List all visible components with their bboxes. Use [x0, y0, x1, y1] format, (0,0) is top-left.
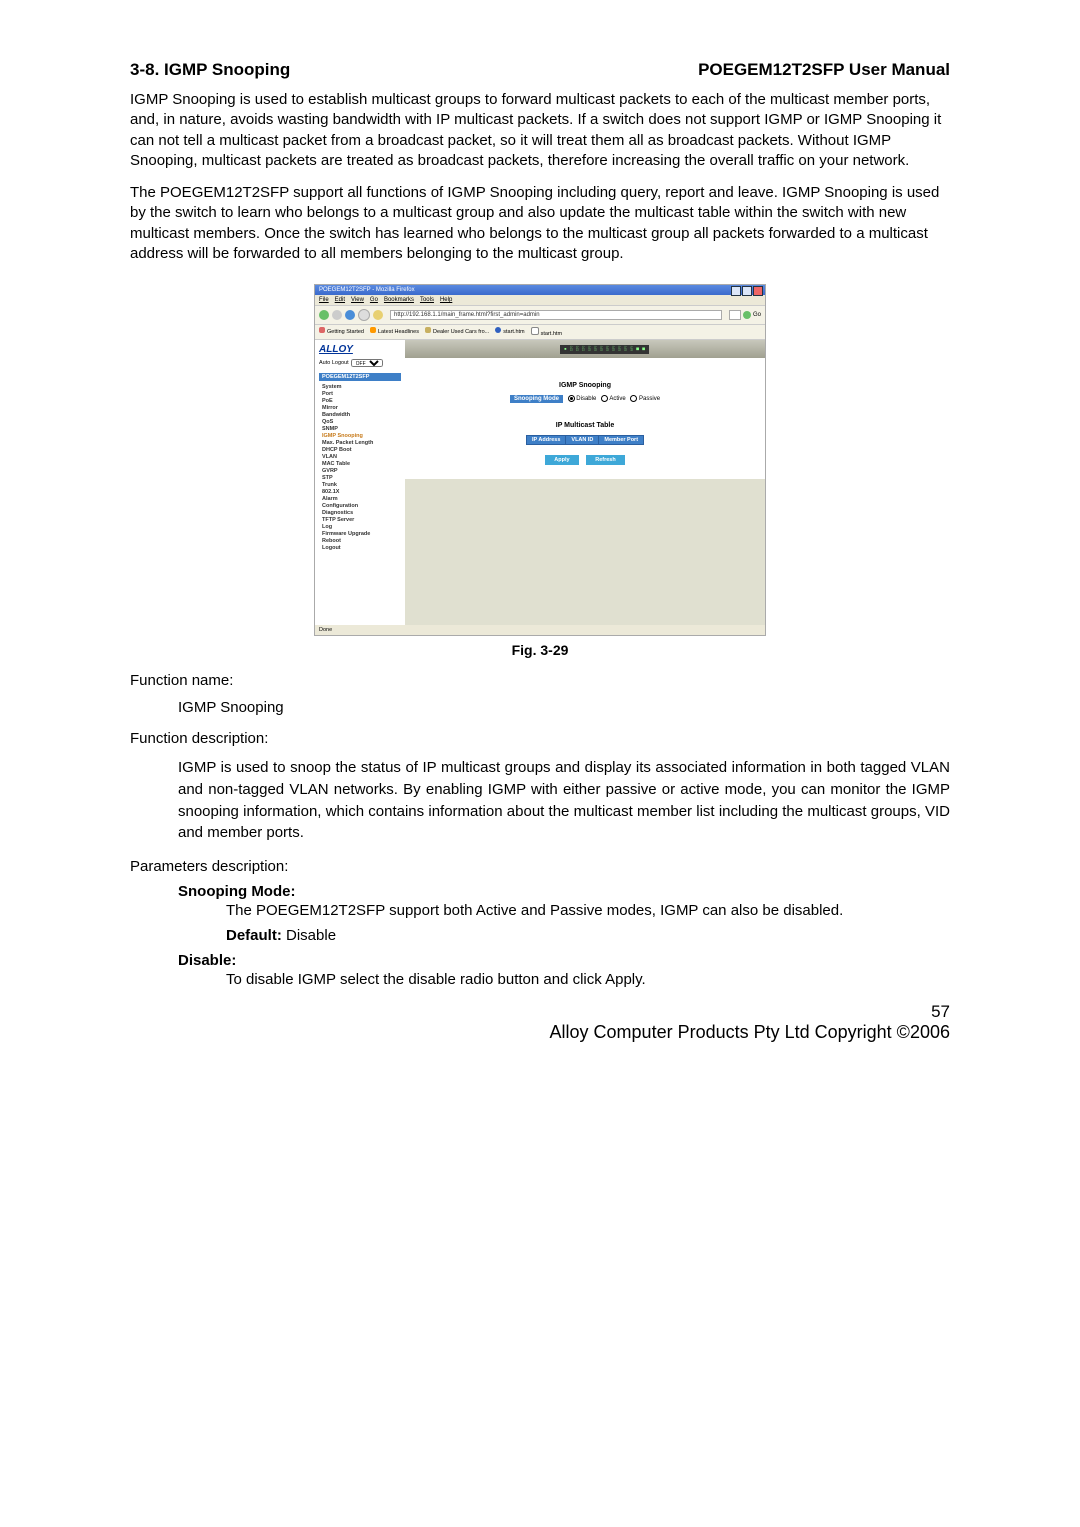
sidebar-item-bandwidth[interactable]: Bandwidth	[319, 411, 401, 418]
radio-disable-label: Disable	[576, 396, 596, 402]
menu-edit[interactable]: Edit	[335, 297, 345, 303]
go-icon[interactable]	[743, 311, 751, 319]
sidebar-item-igmp-snooping[interactable]: IGMP Snooping	[319, 432, 401, 439]
brand-logo: ALLOY	[319, 344, 401, 355]
sidebar-item-alarm[interactable]: Alarm	[319, 495, 401, 502]
sidebar-item-gvrp[interactable]: GVRP	[319, 467, 401, 474]
apply-button[interactable]: Apply	[545, 455, 578, 465]
address-bar[interactable]: http://192.168.1.1/main_frame.html?first…	[390, 310, 722, 320]
window-title: POEGEM12T2SFP - Mozilla Firefox	[319, 287, 415, 293]
param-disable-head: Disable:	[178, 952, 950, 969]
panel-title-multicast: IP Multicast Table	[413, 422, 757, 429]
intro-paragraph-1: IGMP Snooping is used to establish multi…	[130, 90, 950, 171]
menu-go[interactable]: Go	[370, 297, 378, 303]
sidebar-item-log[interactable]: Log	[319, 523, 401, 530]
home-icon[interactable]	[373, 310, 383, 320]
function-name-value: IGMP Snooping	[130, 699, 950, 716]
param-default-line: Default: Disable	[178, 927, 950, 944]
radio-disable[interactable]	[568, 395, 575, 402]
radio-passive-label: Passive	[639, 396, 660, 402]
port-leds-icon: ▪ ░ ░ ░ ░ ░ ░ ░ ░ ░ ░ ░ ■ ■	[560, 345, 649, 354]
sidebar-item-max-packet-length[interactable]: Max. Packet Length	[319, 439, 401, 446]
minimize-icon[interactable]	[731, 286, 741, 296]
sidebar-item-mac-table[interactable]: MAC Table	[319, 460, 401, 467]
th-ip-address: IP Address	[526, 436, 565, 445]
param-snooping-mode-head: Snooping Mode:	[178, 883, 950, 900]
sidebar-item-trunk[interactable]: Trunk	[319, 481, 401, 488]
multicast-table: IP Address VLAN ID Member Port	[526, 435, 644, 445]
bookmark-start1[interactable]: start.htm	[495, 327, 524, 337]
copyright-line: Alloy Computer Products Pty Ltd Copyrigh…	[130, 1022, 950, 1043]
back-icon[interactable]	[319, 310, 329, 320]
section-title: 3-8. IGMP Snooping	[130, 60, 290, 80]
function-name-label: Function name:	[130, 672, 950, 689]
go-label: Go	[753, 312, 761, 318]
manual-title: POEGEM12T2SFP User Manual	[698, 60, 950, 80]
radio-active[interactable]	[601, 395, 608, 402]
sidebar-item-802-1x[interactable]: 802.1X	[319, 488, 401, 495]
browser-toolbar: http://192.168.1.1/main_frame.html?first…	[315, 306, 765, 325]
sidebar-item-dhcp-boot[interactable]: DHCP Boot	[319, 446, 401, 453]
sidebar-item-snmp[interactable]: SNMP	[319, 425, 401, 432]
status-bar: Done	[315, 625, 765, 635]
app-main: ▪ ░ ░ ░ ░ ░ ░ ░ ░ ░ ░ ░ ■ ■ IGMP Snoopin…	[405, 340, 765, 625]
maximize-icon[interactable]	[742, 286, 752, 296]
bookmark-latest-headlines[interactable]: Latest Headlines	[370, 327, 419, 337]
forward-icon[interactable]	[332, 310, 342, 320]
window-titlebar: POEGEM12T2SFP - Mozilla Firefox	[315, 285, 765, 295]
reload-icon[interactable]	[345, 310, 355, 320]
radio-active-label: Active	[609, 396, 625, 402]
page-number: 57	[130, 1002, 950, 1022]
bookmark-dealer-cars[interactable]: Dealer Used Cars fro...	[425, 327, 489, 337]
auto-logout-label: Auto Logout	[319, 360, 349, 366]
sidebar-item-diagnostics[interactable]: Diagnostics	[319, 509, 401, 516]
close-icon[interactable]	[753, 286, 763, 296]
sidebar-item-mirror[interactable]: Mirror	[319, 404, 401, 411]
bookmark-start2[interactable]: start.htm	[531, 327, 562, 337]
sidebar-item-poe[interactable]: PoE	[319, 397, 401, 404]
sidebar-item-configuration[interactable]: Configuration	[319, 502, 401, 509]
th-vlan-id: VLAN ID	[566, 436, 599, 445]
figure-container: POEGEM12T2SFP - Mozilla Firefox File Edi…	[130, 284, 950, 658]
function-description-label: Function description:	[130, 730, 950, 747]
auto-logout-select[interactable]: OFF	[351, 359, 383, 367]
function-description-body: IGMP is used to snoop the status of IP m…	[130, 757, 950, 844]
sidebar-item-qos[interactable]: QoS	[319, 418, 401, 425]
sidebar-item-system[interactable]: System	[319, 383, 401, 390]
menu-help[interactable]: Help	[440, 297, 452, 303]
bookmark-getting-started[interactable]: Getting Started	[319, 327, 364, 337]
stop-icon[interactable]	[358, 309, 370, 321]
intro-paragraph-2: The POEGEM12T2SFP support all functions …	[130, 183, 950, 264]
figure-caption: Fig. 3-29	[130, 642, 950, 658]
sidebar-item-stp[interactable]: STP	[319, 474, 401, 481]
sidebar-item-tftp-server[interactable]: TFTP Server	[319, 516, 401, 523]
sidebar-item-firmware-upgrade[interactable]: Firmware Upgrade	[319, 530, 401, 537]
snooping-mode-label: Snooping Mode	[510, 395, 563, 403]
app-sidebar: ALLOY Auto Logout OFF POEGEM12T2SFP Syst…	[315, 340, 405, 625]
radio-passive[interactable]	[630, 395, 637, 402]
th-member-port: Member Port	[599, 436, 644, 445]
browser-window: POEGEM12T2SFP - Mozilla Firefox File Edi…	[314, 284, 766, 636]
parameters-description-label: Parameters description:	[130, 858, 950, 875]
menu-bookmarks[interactable]: Bookmarks	[384, 297, 414, 303]
browser-menubar: File Edit View Go Bookmarks Tools Help	[315, 295, 765, 306]
panel-title-igmp: IGMP Snooping	[413, 382, 757, 389]
bookmarks-bar: Getting Started Latest Headlines Dealer …	[315, 325, 765, 340]
param-snooping-mode-body: The POEGEM12T2SFP support both Active an…	[178, 902, 950, 919]
menu-tools[interactable]: Tools	[420, 297, 434, 303]
nav-header: POEGEM12T2SFP	[319, 373, 401, 381]
window-buttons	[731, 286, 763, 296]
menu-view[interactable]: View	[351, 297, 364, 303]
snooping-mode-row: Snooping Mode Disable Active Passive	[413, 395, 757, 402]
sidebar-item-logout[interactable]: Logout	[319, 544, 401, 551]
menu-file[interactable]: File	[319, 297, 329, 303]
sidebar-item-vlan[interactable]: VLAN	[319, 453, 401, 460]
refresh-button[interactable]: Refresh	[586, 455, 624, 465]
sidebar-item-port[interactable]: Port	[319, 390, 401, 397]
url-dropdown-icon[interactable]	[729, 310, 741, 320]
device-illustration: ▪ ░ ░ ░ ░ ░ ░ ░ ░ ░ ░ ░ ■ ■	[405, 340, 765, 358]
sidebar-item-reboot[interactable]: Reboot	[319, 537, 401, 544]
param-disable-body: To disable IGMP select the disable radio…	[178, 971, 950, 988]
